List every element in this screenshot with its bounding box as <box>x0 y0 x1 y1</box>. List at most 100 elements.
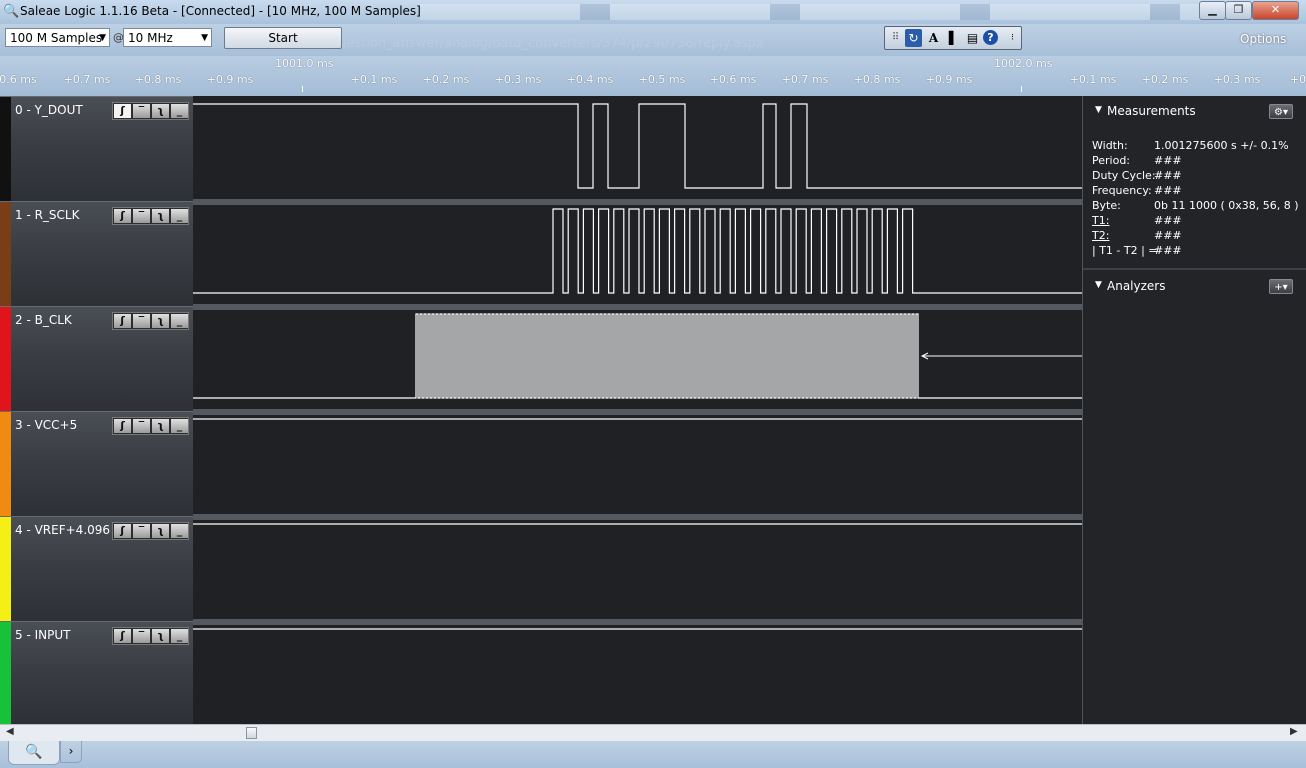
layout-tool-icon[interactable]: ▤ <box>964 29 981 47</box>
sample-rate-select[interactable]: 10 MHz ▼ <box>123 28 212 47</box>
measurement-period: Period: ### <box>1092 154 1182 167</box>
rising-edge-trigger-icon[interactable]: ʃ <box>114 104 131 118</box>
scroll-thumb[interactable] <box>246 727 257 739</box>
add-analyzer-button[interactable]: +▾ <box>1269 279 1293 294</box>
channel-name[interactable]: 3 - VCC+5 <box>15 418 77 432</box>
ruler-minor-label: +0.1 ms <box>1069 73 1117 86</box>
channel-row-2[interactable]: 2 - B_CLK ʃ ‾ ʅ _ <box>0 306 193 412</box>
rising-edge-trigger-icon[interactable]: ʃ <box>114 629 131 643</box>
trigger-buttons: ʃ ‾ ʅ _ <box>112 522 189 540</box>
row-separator <box>193 304 1082 310</box>
minimize-button[interactable]: ▁ <box>1199 1 1226 20</box>
high-level-trigger-icon[interactable]: ‾ <box>133 524 150 538</box>
scroll-right-icon[interactable]: ▶ <box>1290 726 1298 737</box>
high-level-trigger-icon[interactable]: ‾ <box>133 419 150 433</box>
ruler-tick <box>1021 86 1022 92</box>
collapse-caret-icon[interactable]: ▼ <box>1095 105 1102 115</box>
falling-edge-trigger-icon[interactable]: ʅ <box>152 104 169 118</box>
palette-menu-icon[interactable]: ⁝ <box>1004 29 1021 47</box>
high-level-trigger-icon[interactable]: ‾ <box>133 104 150 118</box>
close-button[interactable]: ✕ <box>1252 1 1299 20</box>
dropdown-arrow-icon: ▼ <box>201 33 208 43</box>
sample-rate-value: 10 MHz <box>128 31 173 45</box>
falling-edge-trigger-icon[interactable]: ʅ <box>152 314 169 328</box>
falling-edge-trigger-icon[interactable]: ʅ <box>152 419 169 433</box>
waveform-area[interactable] <box>193 96 1082 724</box>
channel-color-swatch <box>0 307 11 412</box>
row-separator <box>193 514 1082 520</box>
options-menu[interactable]: Options <box>1240 32 1286 46</box>
measurement-list: Width: 1.001275600 s +/- 0.1% Period: ### … <box>1092 139 1302 259</box>
waveform-canvas[interactable] <box>193 96 1082 724</box>
channel-row-5[interactable]: 5 - INPUT ʃ ‾ ʅ _ <box>0 621 193 725</box>
grip-icon[interactable]: ⠿ <box>887 29 904 47</box>
text-tool-icon[interactable]: A <box>925 29 942 47</box>
ruler-minor-label: +0.2 ms <box>1141 73 1189 86</box>
waveform-b-clk-marker <box>920 352 1082 360</box>
maximize-button[interactable]: ❐ <box>1225 1 1252 20</box>
high-level-trigger-icon[interactable]: ‾ <box>133 314 150 328</box>
cursor-tool-icon[interactable]: ↻ <box>905 29 922 47</box>
window-title: Saleae Logic 1.1.16 Beta - [Connected] -… <box>20 4 421 18</box>
trigger-buttons: ʃ ‾ ʅ _ <box>112 207 189 225</box>
channel-row-4[interactable]: 4 - VREF+4.096 ʃ ‾ ʅ _ <box>0 516 193 622</box>
measurements-header[interactable]: ▼ Measurements ⚙▾ <box>1083 98 1306 124</box>
ruler-minor-label: +0.7 ms <box>63 73 111 86</box>
trigger-buttons: ʃ ‾ ʅ _ <box>112 417 189 435</box>
falling-edge-trigger-icon[interactable]: ʅ <box>152 209 169 223</box>
channel-row-0[interactable]: 0 - Y_DOUT ʃ ‾ ʅ _ <box>0 96 193 202</box>
waveform-y-dout <box>193 103 1082 189</box>
measurement-t2[interactable]: T2: ### <box>1092 229 1302 244</box>
low-level-trigger-icon[interactable]: _ <box>171 314 188 328</box>
low-level-trigger-icon[interactable]: _ <box>171 419 188 433</box>
start-button[interactable]: Start <box>224 27 342 49</box>
row-separator <box>193 199 1082 205</box>
channel-name[interactable]: 5 - INPUT <box>15 628 70 642</box>
panel-toggle-icon[interactable]: ▌ <box>945 29 962 47</box>
falling-edge-trigger-icon[interactable]: ʅ <box>152 629 169 643</box>
channel-name[interactable]: 1 - R_SCLK <box>15 208 79 222</box>
channel-row-1[interactable]: 1 - R_SCLK ʃ ‾ ʅ _ <box>0 201 193 307</box>
falling-edge-trigger-icon[interactable]: ʅ <box>152 524 169 538</box>
measurements-settings-button[interactable]: ⚙▾ <box>1269 104 1293 119</box>
measurement-t1[interactable]: T1: ### <box>1092 214 1302 229</box>
rising-edge-trigger-icon[interactable]: ʃ <box>114 524 131 538</box>
channel-color-swatch <box>0 517 11 622</box>
measurement-width: Width: 1.001275600 s +/- 0.1% <box>1092 139 1289 152</box>
high-level-trigger-icon[interactable]: ‾ <box>133 629 150 643</box>
sample-count-select[interactable]: 100 M Samples ▼ <box>5 28 110 47</box>
channel-name[interactable]: 4 - VREF+4.096 <box>15 523 110 537</box>
high-level-trigger-icon[interactable]: ‾ <box>133 209 150 223</box>
sample-count-value: 100 M Samples <box>10 31 103 45</box>
channel-name[interactable]: 2 - B_CLK <box>15 313 72 327</box>
channel-color-swatch <box>0 97 11 202</box>
row-separator <box>193 409 1082 415</box>
scroll-left-icon[interactable]: ◀ <box>6 726 14 737</box>
timeline-ruler[interactable]: 1001.0 ms 1002.0 ms 0.6 ms +0.7 ms +0.8 … <box>0 56 1306 96</box>
measurement-t1-t2: | T1 - T2 | = ### <box>1092 244 1182 257</box>
low-level-trigger-icon[interactable]: _ <box>171 104 188 118</box>
analyzers-header[interactable]: ▼ Analyzers +▾ <box>1083 273 1306 299</box>
title-bar: 🔍 Saleae Logic 1.1.16 Beta - [Connected]… <box>0 0 1306 24</box>
panel-divider <box>1083 268 1306 270</box>
channel-row-3[interactable]: 3 - VCC+5 ʃ ‾ ʅ _ <box>0 411 193 517</box>
channel-name[interactable]: 0 - Y_DOUT <box>15 103 83 117</box>
row-separators <box>193 199 1082 625</box>
analyzers-title: Analyzers <box>1107 279 1166 293</box>
collapse-caret-icon[interactable]: ▼ <box>1095 280 1102 290</box>
expand-tab[interactable]: › <box>60 741 82 763</box>
rising-edge-trigger-icon[interactable]: ʃ <box>114 419 131 433</box>
measurement-frequency: Frequency: ### <box>1092 184 1182 197</box>
side-panel: ▼ Measurements ⚙▾ Width: 1.001275600 s +/… <box>1082 96 1306 724</box>
rising-edge-trigger-icon[interactable]: ʃ <box>114 209 131 223</box>
rising-edge-trigger-icon[interactable]: ʃ <box>114 314 131 328</box>
channel-color-swatch <box>0 622 11 725</box>
low-level-trigger-icon[interactable]: _ <box>171 629 188 643</box>
low-level-trigger-icon[interactable]: _ <box>171 209 188 223</box>
trigger-buttons: ʃ ‾ ʅ _ <box>112 627 189 645</box>
search-tab[interactable]: 🔍 <box>8 741 60 765</box>
help-icon[interactable]: ? <box>983 30 998 45</box>
horizontal-scrollbar[interactable]: ◀ ▶ <box>0 724 1306 741</box>
ruler-minor-label: +0.5 ms <box>638 73 686 86</box>
low-level-trigger-icon[interactable]: _ <box>171 524 188 538</box>
